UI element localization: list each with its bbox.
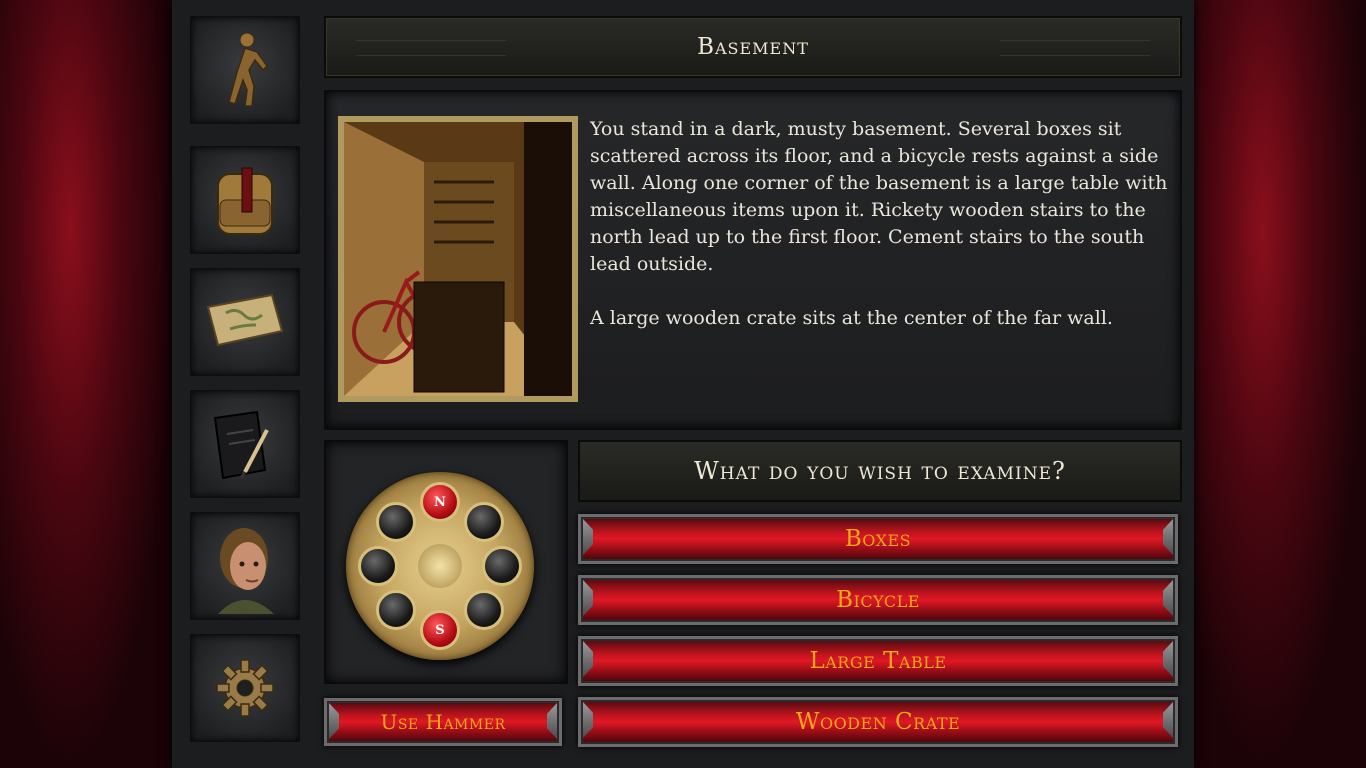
- direction-northeast-button[interactable]: [464, 502, 504, 542]
- direction-southeast-button[interactable]: [464, 590, 504, 630]
- background-left: [0, 0, 175, 768]
- sidebar-item-map[interactable]: [190, 268, 300, 376]
- direction-northwest-button[interactable]: [376, 502, 416, 542]
- sidebar-item-journal[interactable]: [190, 390, 300, 498]
- examine-option-wooden-crate[interactable]: Wooden Crate: [578, 697, 1178, 747]
- direction-north-button[interactable]: N: [420, 482, 460, 522]
- examine-prompt: What do you wish to examine?: [694, 457, 1066, 485]
- sidebar: [188, 16, 308, 748]
- background-right: [1194, 0, 1366, 768]
- basement-scene-image: [344, 122, 572, 396]
- sidebar-item-walk[interactable]: [190, 16, 300, 124]
- direction-west-button[interactable]: [358, 546, 398, 586]
- examine-prompt-bar: What do you wish to examine?: [578, 440, 1182, 502]
- compass-hub: [418, 544, 462, 588]
- sidebar-item-inventory[interactable]: [190, 146, 300, 254]
- direction-southwest-button[interactable]: [376, 590, 416, 630]
- sidebar-item-settings[interactable]: [190, 634, 300, 742]
- examine-option-large-table[interactable]: Large Table: [578, 636, 1178, 686]
- location-picture: [338, 116, 578, 402]
- gear-icon: [216, 659, 274, 717]
- examine-option-boxes[interactable]: Boxes: [578, 514, 1178, 564]
- location-title-bar: Basement: [324, 16, 1182, 78]
- map-scroll-icon: [206, 293, 284, 347]
- direction-east-button[interactable]: [482, 546, 522, 586]
- compass-rose: N S: [346, 472, 534, 660]
- location-description: You stand in a dark, musty basement. Sev…: [590, 118, 1168, 329]
- journal-icon: [213, 410, 269, 480]
- direction-south-button[interactable]: S: [420, 610, 460, 650]
- ornament-right: [1000, 40, 1150, 56]
- ornament-left: [356, 40, 506, 56]
- compass-panel: N S: [324, 440, 568, 684]
- sidebar-item-character[interactable]: [190, 512, 300, 620]
- location-title: Basement: [697, 34, 809, 60]
- walking-person-icon: [228, 32, 268, 107]
- use-item-button[interactable]: Use Hammer: [324, 698, 562, 746]
- character-portrait-icon: [218, 528, 274, 614]
- description-panel: You stand in a dark, musty basement. Sev…: [324, 90, 1182, 430]
- examine-option-bicycle[interactable]: Bicycle: [578, 575, 1178, 625]
- backpack-icon: [217, 167, 273, 235]
